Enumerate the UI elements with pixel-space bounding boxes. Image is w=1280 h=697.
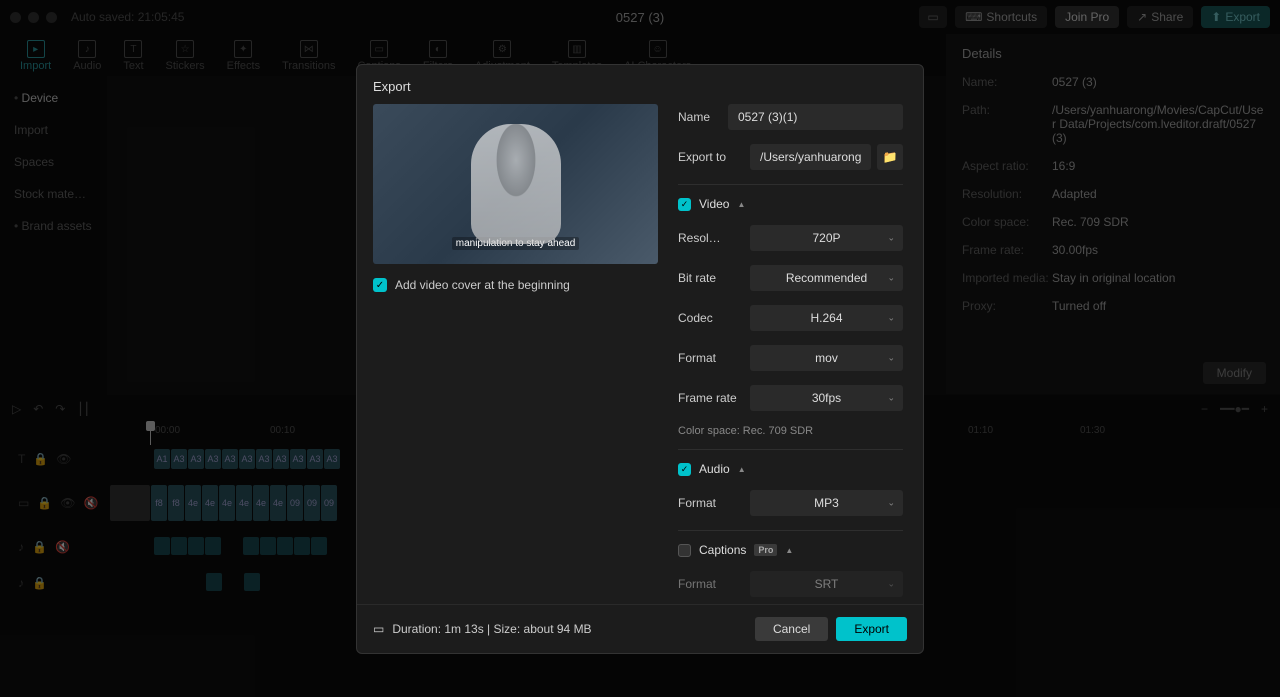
export-modal: Export manipulation to stay ahead ✓ Add … xyxy=(356,64,924,654)
colorspace-note: Color space: Rec. 709 SDR xyxy=(678,425,903,437)
captions-section-toggle[interactable]: Captions Pro ▲ xyxy=(678,543,903,557)
audio-format-select[interactable]: MP3⌄ xyxy=(750,490,903,516)
chevron-down-icon: ⌄ xyxy=(887,498,895,509)
film-icon: ▭ xyxy=(373,622,384,636)
chevron-down-icon: ⌄ xyxy=(887,313,895,324)
resolution-select[interactable]: 720P⌄ xyxy=(750,225,903,251)
checkbox-icon: ✓ xyxy=(678,198,691,211)
folder-browse-button[interactable]: 📁 xyxy=(877,144,903,170)
video-section-toggle[interactable]: ✓ Video ▲ xyxy=(678,197,903,211)
checkbox-icon xyxy=(678,544,691,557)
checkbox-icon: ✓ xyxy=(678,463,691,476)
chevron-down-icon: ⌄ xyxy=(887,233,895,244)
add-cover-checkbox[interactable]: ✓ Add video cover at the beginning xyxy=(373,278,658,292)
exportto-input[interactable] xyxy=(750,144,871,170)
chevron-down-icon: ⌄ xyxy=(887,273,895,284)
chevron-up-icon: ▲ xyxy=(737,200,745,209)
checkbox-icon: ✓ xyxy=(373,278,387,292)
name-input[interactable] xyxy=(728,104,903,130)
audio-section-toggle[interactable]: ✓ Audio ▲ xyxy=(678,462,903,476)
footer-info: ▭ Duration: 1m 13s | Size: about 94 MB xyxy=(373,622,755,636)
video-format-select[interactable]: mov⌄ xyxy=(750,345,903,371)
export-button[interactable]: Export xyxy=(836,617,907,641)
modal-title: Export xyxy=(357,65,923,104)
codec-select[interactable]: H.264⌄ xyxy=(750,305,903,331)
pro-badge: Pro xyxy=(754,544,777,556)
chevron-down-icon: ⌄ xyxy=(887,579,895,590)
video-preview: manipulation to stay ahead xyxy=(373,104,658,264)
bitrate-select[interactable]: Recommended⌄ xyxy=(750,265,903,291)
framerate-select[interactable]: 30fps⌄ xyxy=(750,385,903,411)
captions-format-select: SRT⌄ xyxy=(750,571,903,597)
chevron-down-icon: ⌄ xyxy=(887,393,895,404)
cancel-button[interactable]: Cancel xyxy=(755,617,828,641)
chevron-up-icon: ▲ xyxy=(785,546,793,555)
chevron-down-icon: ⌄ xyxy=(887,353,895,364)
chevron-up-icon: ▲ xyxy=(738,465,746,474)
